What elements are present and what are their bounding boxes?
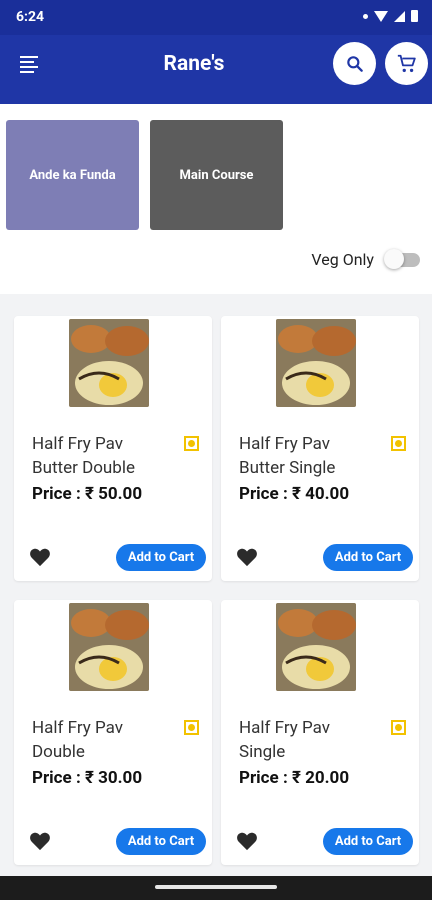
product-card[interactable]: Half Fry Pav Butter Double Price : ₹ 50.… xyxy=(14,316,212,581)
system-nav-bar xyxy=(0,876,432,900)
heart-icon[interactable] xyxy=(236,831,258,851)
product-price: Price : ₹ 50.00 xyxy=(32,484,143,504)
battery-icon xyxy=(411,10,418,22)
product-card[interactable]: Half Fry Pav Double Price : ₹ 30.00 Add … xyxy=(14,600,212,865)
product-card[interactable]: Half Fry Pav Butter Single Price : ₹ 40.… xyxy=(221,316,419,581)
product-name: Half Fry Pav Butter Single xyxy=(239,434,336,478)
heart-icon[interactable] xyxy=(236,547,258,567)
product-name: Half Fry Pav Butter Double xyxy=(32,434,135,478)
status-time: 6:24 xyxy=(16,9,45,25)
product-image xyxy=(276,603,356,691)
app-title: Rane's xyxy=(163,52,225,76)
product-image xyxy=(276,319,356,407)
cart-icon xyxy=(397,54,416,72)
veg-only-filter: Veg Only xyxy=(311,249,420,269)
add-to-cart-button[interactable]: Add to Cart xyxy=(116,544,206,571)
veg-only-label: Veg Only xyxy=(311,249,374,269)
add-to-cart-button[interactable]: Add to Cart xyxy=(116,828,206,855)
add-to-cart-button[interactable]: Add to Cart xyxy=(323,544,413,571)
wifi-icon xyxy=(374,10,388,22)
category-tile-ande-ka-funda[interactable]: Ande ka Funda xyxy=(6,120,139,230)
product-image xyxy=(69,603,149,691)
category-label: Ande ka Funda xyxy=(29,167,116,183)
heart-icon[interactable] xyxy=(29,831,51,851)
category-section: Ande ka Funda Main Course Veg Only xyxy=(0,104,432,294)
category-label: Main Course xyxy=(179,167,254,183)
veg-only-toggle[interactable] xyxy=(384,249,420,269)
heart-icon[interactable] xyxy=(29,547,51,567)
product-image xyxy=(69,319,149,407)
home-gesture-handle[interactable] xyxy=(155,885,277,889)
status-bar: 6:24 xyxy=(0,0,432,35)
veg-indicator-icon xyxy=(184,720,199,735)
product-price: Price : ₹ 20.00 xyxy=(239,768,350,788)
veg-indicator-icon xyxy=(391,720,406,735)
product-name: Half Fry Pav Single xyxy=(239,718,330,762)
cart-button[interactable] xyxy=(385,42,428,85)
category-tile-main-course[interactable]: Main Course xyxy=(150,120,283,230)
status-icons xyxy=(363,10,418,22)
notification-dot-icon xyxy=(363,13,368,19)
product-name: Half Fry Pav Double xyxy=(32,718,123,762)
product-price: Price : ₹ 40.00 xyxy=(239,484,350,504)
product-price: Price : ₹ 30.00 xyxy=(32,768,143,788)
search-icon xyxy=(346,55,363,72)
add-to-cart-button[interactable]: Add to Cart xyxy=(323,828,413,855)
veg-indicator-icon xyxy=(184,436,199,451)
search-button[interactable] xyxy=(333,42,376,85)
signal-icon xyxy=(394,10,405,22)
product-card[interactable]: Half Fry Pav Single Price : ₹ 20.00 Add … xyxy=(221,600,419,865)
veg-indicator-icon xyxy=(391,436,406,451)
app-bar: Rane's xyxy=(0,35,432,104)
